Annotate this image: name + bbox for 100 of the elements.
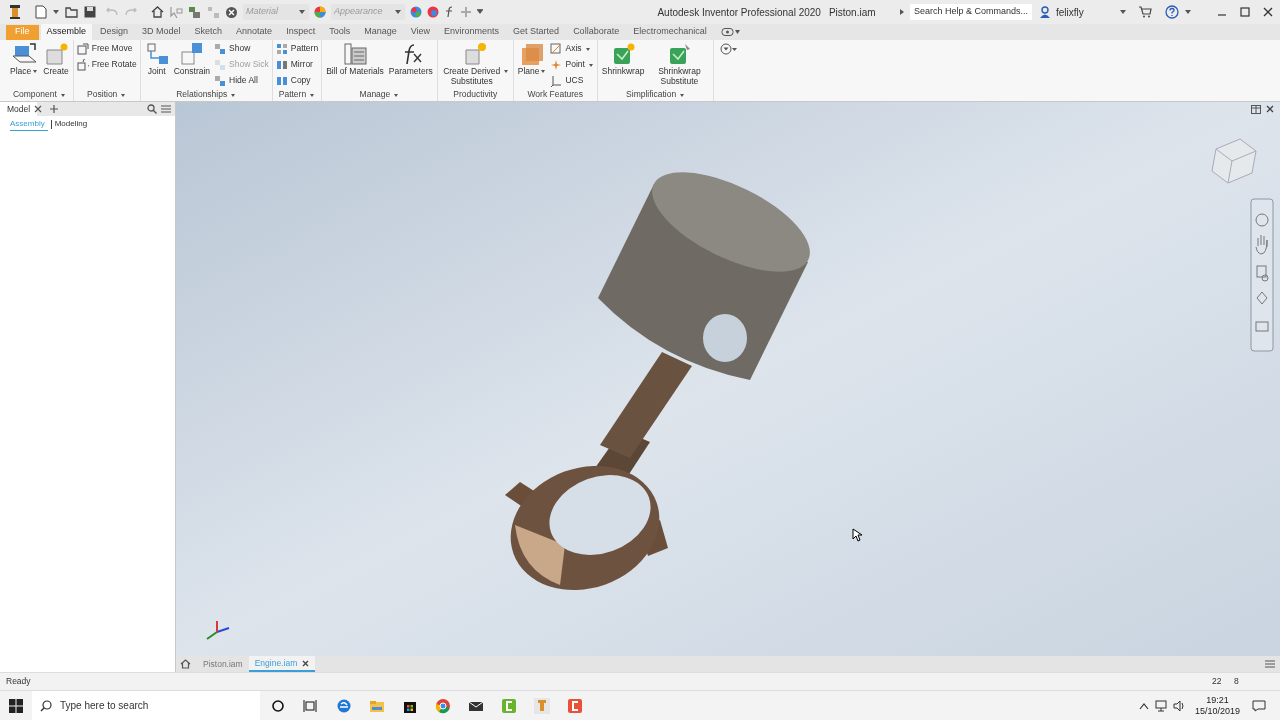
ribbon-tool-button[interactable]: Show [214, 42, 269, 55]
ribbon-tool-button[interactable]: Place [9, 42, 40, 88]
windows-start-icon[interactable] [9, 698, 23, 713]
search-icon [40, 699, 52, 712]
document-tab[interactable]: Piston.iam [197, 656, 249, 672]
ribbon-tool-button[interactable]: Joint [143, 42, 170, 88]
panel-menu-button[interactable]: Position [87, 88, 127, 101]
ribbon-tool-button[interactable]: Mirror [275, 58, 319, 71]
color-adjust-icon[interactable] [410, 6, 422, 18]
more-options-icon[interactable] [720, 43, 739, 55]
maximize-icon[interactable] [1240, 7, 1250, 17]
speaker-icon[interactable] [1172, 699, 1185, 712]
ribbon-tool-button[interactable]: UCS [550, 74, 594, 87]
home-icon[interactable] [180, 659, 191, 669]
panel-menu-button[interactable]: Pattern [278, 88, 316, 101]
ribbon-tab[interactable]: 3D Model [136, 24, 187, 40]
help-search-field[interactable]: Search Help & Commands... [910, 4, 1032, 20]
constrain-icon [179, 42, 204, 66]
ribbon-tool-button[interactable]: Pattern [275, 42, 319, 55]
ribbon-tab[interactable]: Environments [438, 24, 506, 40]
ribbon-tool-button[interactable]: Shrinkwrap [600, 42, 646, 88]
user-name[interactable]: felixfly [1056, 4, 1114, 20]
ribbon-tool-button[interactable]: Free Move [76, 42, 137, 55]
ribbon-tab[interactable]: Assemble [40, 24, 93, 40]
ribbon-tool-button[interactable]: Copy [275, 74, 319, 87]
task-view-icon[interactable] [303, 697, 319, 714]
caret-icon[interactable] [52, 8, 60, 16]
close-icon[interactable] [34, 105, 43, 113]
ribbon-tab[interactable]: View [404, 24, 437, 40]
network-icon[interactable] [1154, 699, 1169, 712]
caret-icon[interactable] [1184, 8, 1192, 16]
panel-menu-button[interactable]: Simplification [626, 88, 686, 101]
help-icon[interactable] [1165, 5, 1179, 19]
add-icon[interactable] [49, 104, 60, 114]
cortana-icon[interactable] [270, 697, 286, 714]
chrome-icon[interactable] [435, 697, 451, 714]
ribbon-tool-button[interactable]: Shrinkwrap Substitute [648, 42, 711, 88]
close-icon[interactable] [1263, 7, 1273, 17]
pattern-icon [275, 42, 288, 55]
caret-icon [298, 8, 306, 16]
ribbon-tab[interactable]: Inspect [280, 24, 322, 40]
status-field: 22 [1212, 675, 1234, 688]
c-letter-tile-icon[interactable] [567, 697, 583, 714]
ribbon-tab[interactable]: Sketch [188, 24, 229, 40]
chevron-up-icon[interactable] [1138, 701, 1149, 710]
ribbon-tool-button[interactable]: Free Rotate [76, 58, 137, 71]
ribbon-tab[interactable]: Design [94, 24, 135, 40]
taskbar-search-placeholder: Type here to search [60, 699, 149, 713]
taskbar-search-field[interactable]: Type here to search [32, 690, 260, 720]
ribbon-tool-button[interactable]: Bill of Materials [325, 42, 385, 88]
cart-icon[interactable] [1138, 6, 1152, 18]
copy-icon [275, 74, 288, 87]
ribbon-tab[interactable]: Electromechanical [627, 24, 713, 40]
open-folder-icon[interactable] [65, 6, 79, 18]
ribbon-tool-button[interactable]: Constrain [172, 42, 212, 88]
ribbon-tool-button[interactable]: Hide All [214, 74, 269, 87]
ribbon-tool-button[interactable]: Point [550, 58, 594, 71]
panel-menu-button[interactable]: Component [12, 88, 66, 101]
ribbon-display-icon[interactable] [720, 27, 741, 37]
ribbon-tab[interactable]: Collaborate [567, 24, 626, 40]
new-file-icon[interactable] [35, 5, 47, 19]
ribbon-tab[interactable]: Get Started [507, 24, 566, 40]
panel-title: Productivity [453, 88, 498, 101]
ribbon-tool-button[interactable]: Create Derived Substitutes [440, 42, 510, 88]
ribbon-tool-button[interactable]: Axis [550, 42, 594, 55]
panel-tab[interactable]: Model [0, 102, 38, 116]
cursor-icon [852, 528, 862, 542]
ribbon-tab[interactable]: Manage [358, 24, 403, 40]
c-letter-app-icon[interactable] [501, 697, 517, 714]
search-icon[interactable] [147, 104, 157, 114]
caret-icon [394, 8, 402, 16]
layout-icon[interactable] [1251, 105, 1261, 114]
ribbon-tab[interactable]: Tools [323, 24, 357, 40]
browser-tab[interactable]: Modeling [54, 118, 88, 130]
browser-icon[interactable] [336, 697, 352, 714]
rotate-icon [76, 58, 89, 71]
panel-menu-button[interactable]: Relationships [176, 88, 237, 101]
user-icon [1039, 6, 1051, 18]
show-icon [214, 42, 227, 55]
layers-icon[interactable] [188, 5, 202, 19]
status-message: Ready [6, 675, 32, 688]
clock[interactable]: 19:21 15/10/2019 [1194, 694, 1240, 717]
status-field: 8 [1234, 675, 1274, 688]
clear-icon[interactable] [225, 5, 238, 19]
ribbon-tool-button[interactable]: Parameters [387, 42, 434, 88]
home-icon[interactable] [151, 6, 164, 18]
ribbon-tab[interactable]: Annotate [230, 24, 279, 40]
app-logo-icon[interactable] [8, 3, 22, 21]
save-icon[interactable] [84, 6, 96, 18]
ribbon-tool-button[interactable]: Create [42, 42, 70, 88]
color-clear-icon[interactable] [427, 6, 439, 18]
panel-menu-button[interactable]: Manage [359, 88, 400, 101]
panel-title: Work Features [527, 88, 584, 101]
ribbon-tool-button[interactable]: Plane [516, 42, 548, 88]
caret-icon[interactable] [1119, 8, 1127, 16]
document-title: Piston.iam [828, 5, 876, 20]
appearance-placeholder: Appearance [334, 5, 383, 19]
notification-icon[interactable] [1252, 699, 1266, 712]
mirror-icon [275, 58, 288, 71]
close-icon[interactable] [1266, 105, 1274, 113]
